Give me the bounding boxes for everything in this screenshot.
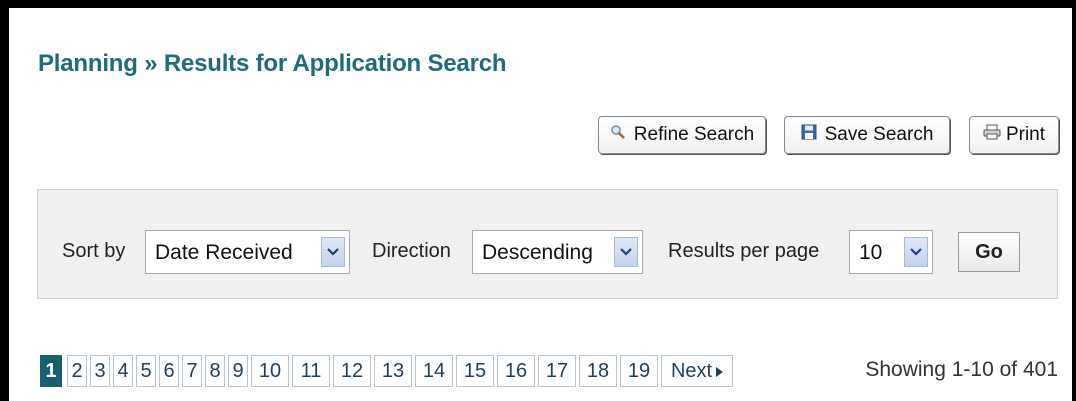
chevron-down-icon [614, 237, 638, 267]
page-link-12[interactable]: 12 [333, 355, 371, 387]
sort-by-value: Date Received [155, 241, 293, 264]
print-button[interactable]: Print [969, 116, 1059, 154]
sort-by-label: Sort by [62, 240, 126, 262]
refine-search-label: Refine Search [633, 124, 755, 145]
save-search-label: Save Search [824, 124, 934, 145]
page-link-8[interactable]: 8 [205, 355, 225, 387]
sort-by-select[interactable]: Date Received [145, 230, 350, 274]
page-link-3[interactable]: 3 [90, 355, 110, 387]
chevron-down-icon [321, 237, 345, 267]
go-button[interactable]: Go [958, 232, 1020, 272]
direction-label: Direction [372, 240, 451, 262]
page-link-1[interactable]: 1 [40, 355, 62, 387]
floppy-disk-icon [801, 124, 817, 146]
page-link-19[interactable]: 19 [620, 355, 658, 387]
printer-icon [983, 124, 1001, 146]
page-link-10[interactable]: 10 [251, 355, 289, 387]
page-link-7[interactable]: 7 [182, 355, 202, 387]
frame-right-border [1072, 0, 1076, 401]
page-title: Planning » Results for Application Searc… [38, 50, 507, 77]
save-search-button[interactable]: Save Search [784, 116, 950, 154]
results-summary: Showing 1-10 of 401 [865, 358, 1058, 381]
page-link-16[interactable]: 16 [497, 355, 535, 387]
frame-top-border [0, 0, 1076, 8]
page-link-15[interactable]: 15 [456, 355, 494, 387]
page-link-2[interactable]: 2 [67, 355, 87, 387]
next-page-link[interactable]: Next [661, 355, 733, 387]
page-link-14[interactable]: 14 [415, 355, 453, 387]
page-link-18[interactable]: 18 [579, 355, 617, 387]
page-link-6[interactable]: 6 [159, 355, 179, 387]
page-link-9[interactable]: 9 [228, 355, 248, 387]
chevron-down-icon [904, 237, 928, 267]
page-link-11[interactable]: 11 [292, 355, 330, 387]
direction-select[interactable]: Descending [472, 230, 643, 274]
results-per-page-select[interactable]: 10 [849, 230, 933, 274]
page-link-5[interactable]: 5 [136, 355, 156, 387]
next-page-label: Next [670, 359, 713, 382]
page-link-17[interactable]: 17 [538, 355, 576, 387]
print-label: Print [1005, 124, 1046, 145]
results-per-page-value: 10 [859, 241, 883, 264]
frame-left-border [0, 0, 9, 401]
page-link-13[interactable]: 13 [374, 355, 412, 387]
results-per-page-label: Results per page [668, 240, 820, 262]
refine-search-button[interactable]: Refine Search [598, 116, 766, 154]
magnifier-icon [610, 124, 626, 146]
triangle-right-icon [716, 360, 724, 383]
page-link-4[interactable]: 4 [113, 355, 133, 387]
direction-value: Descending [482, 241, 593, 264]
